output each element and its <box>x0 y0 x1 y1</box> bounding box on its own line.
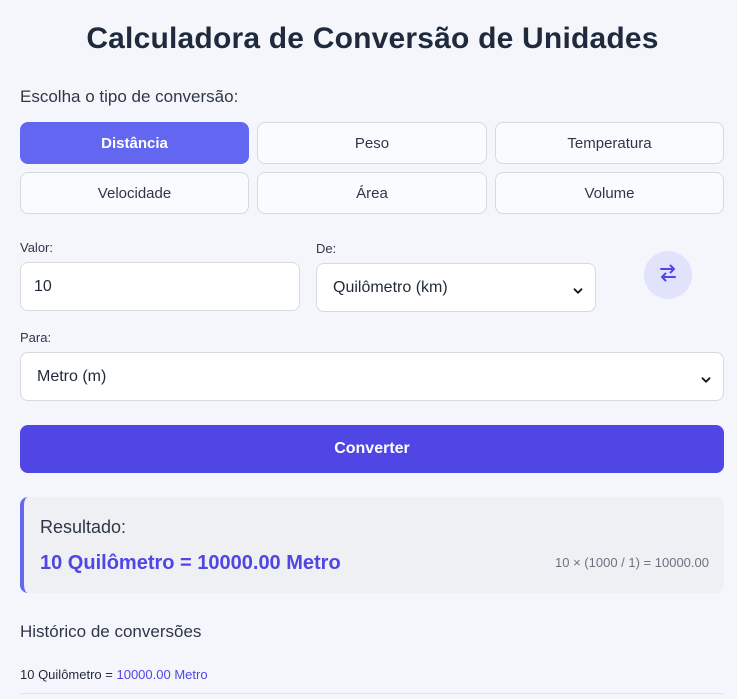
chevron-down-icon <box>573 283 583 294</box>
de-select[interactable]: Quilômetro (km) <box>316 263 596 312</box>
valor-input[interactable]: 10 <box>20 262 300 311</box>
history-item-from: 10 Quilômetro = <box>20 667 113 682</box>
type-button-volume[interactable]: Volume <box>495 172 724 214</box>
result-formula: 10 × (1000 / 1) = 10000.00 <box>555 555 709 570</box>
type-button-distancia[interactable]: Distância <box>20 122 249 164</box>
para-select-value: Metro (m) <box>37 367 107 385</box>
result-title: Resultado: <box>40 517 127 537</box>
history-title: Histórico de conversões <box>20 622 202 641</box>
type-button-area[interactable]: Área <box>257 172 487 214</box>
swap-units-button[interactable] <box>644 251 692 299</box>
history-item: 10 Quilômetro = 10000.00 Metro <box>20 667 724 682</box>
history-item-result: 10000.00 Metro <box>116 667 208 682</box>
convert-button[interactable]: Converter <box>20 425 724 473</box>
converter-page: Calculadora de Conversão de Unidades Esc… <box>0 0 737 699</box>
swap-arrows-icon <box>657 262 679 289</box>
page-title: Calculadora de Conversão de Unidades <box>86 22 659 55</box>
valor-label: Valor: <box>20 240 53 255</box>
de-select-value: Quilômetro (km) <box>333 278 448 296</box>
history-divider <box>20 693 724 694</box>
para-select[interactable]: Metro (m) <box>20 352 724 401</box>
type-button-peso[interactable]: Peso <box>257 122 487 164</box>
result-value: 10 Quilômetro = 10000.00 Metro <box>40 552 341 574</box>
type-button-temperatura[interactable]: Temperatura <box>495 122 724 164</box>
chevron-down-icon <box>701 372 711 383</box>
de-label: De: <box>316 241 337 256</box>
conversion-type-label: Escolha o tipo de conversão: <box>20 87 239 106</box>
para-label: Para: <box>20 330 52 345</box>
type-button-velocidade[interactable]: Velocidade <box>20 172 249 214</box>
result-card: Resultado: 10 Quilômetro = 10000.00 Metr… <box>20 497 724 593</box>
valor-input-value: 10 <box>34 277 52 295</box>
